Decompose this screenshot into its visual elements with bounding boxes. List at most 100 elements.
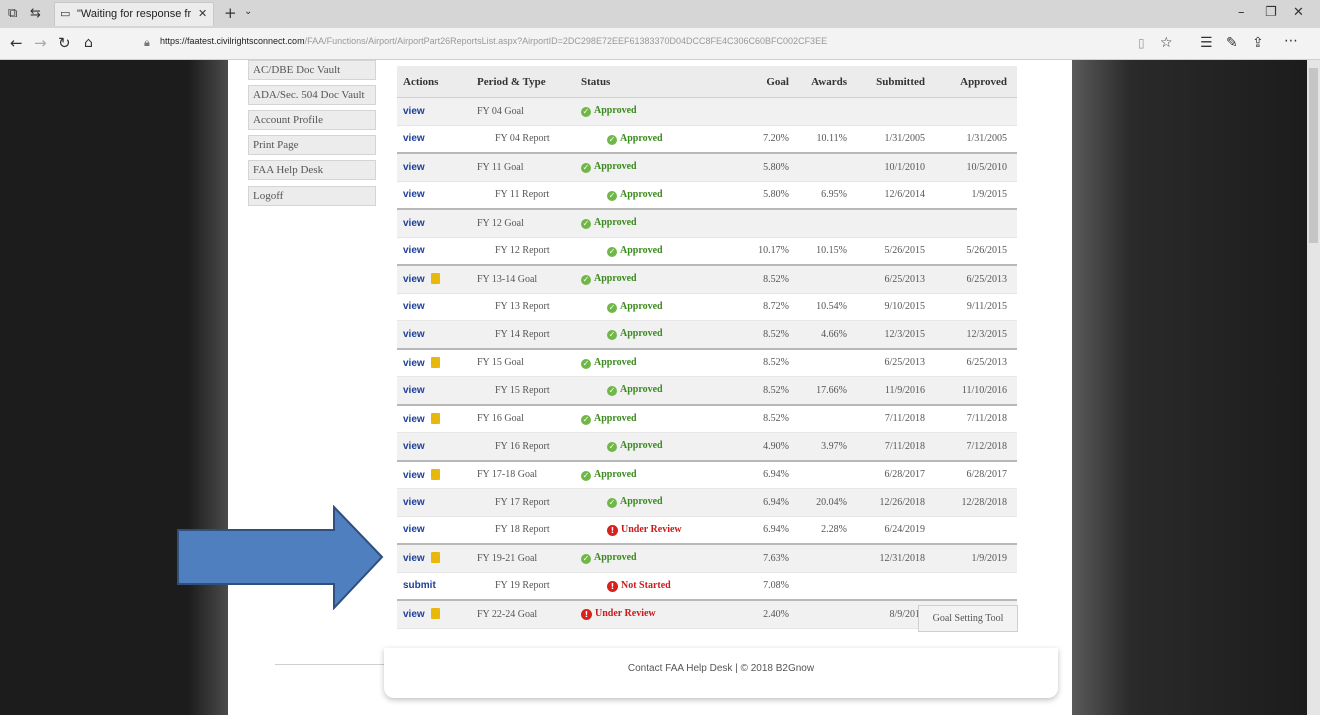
view-link[interactable]: view (403, 162, 425, 173)
table-row: view FY 19-21 Goal ✓ Approved 7.63% 12/31/201… (397, 543, 1017, 573)
approved-check-icon: ✓ (581, 107, 591, 118)
side-menu-item[interactable]: ADA/Sec. 504 Doc Vault (248, 85, 376, 105)
approved-check-icon: ✓ (607, 498, 617, 509)
view-link[interactable]: view (403, 414, 425, 425)
left-backdrop (0, 60, 228, 715)
header-approved: Approved (931, 66, 1017, 98)
favorites-hub-icon[interactable]: ☰ (1200, 36, 1213, 50)
view-link[interactable]: view (403, 609, 425, 620)
tab-actions-icon[interactable]: ⧉ (8, 7, 17, 20)
actions-cell: view (397, 293, 475, 321)
document-icon[interactable] (430, 412, 440, 424)
status-cell: ✓ Approved (579, 403, 703, 433)
status-cell: ✓ Approved (579, 125, 703, 154)
view-link[interactable]: view (403, 329, 425, 340)
share-icon[interactable]: ⇪ (1252, 36, 1264, 50)
back-icon[interactable]: ← (10, 36, 23, 51)
table-row: view FY 04 Report ✓ Approved 7.20% 10.11% 1/31… (397, 125, 1017, 154)
view-link[interactable]: view (403, 441, 425, 452)
document-icon[interactable] (430, 356, 440, 368)
view-link[interactable]: view (403, 274, 425, 285)
browser-tab[interactable]: ▭ "Waiting for response fr ✕ (54, 2, 214, 26)
actions-cell: view (397, 459, 475, 489)
header-submitted: Submitted (847, 66, 931, 98)
approved-cell: 12/28/2018 (931, 488, 1017, 517)
document-icon[interactable] (430, 273, 440, 285)
period-type-cell: FY 22-24 Goal (475, 599, 579, 629)
refresh-icon[interactable]: ↻ (58, 36, 71, 51)
table-header-row: Actions Period & Type Status Goal Awards… (397, 66, 1017, 98)
table-row: view FY 12 Report ✓ Approved 10.17% 10.15% 5/2… (397, 237, 1017, 266)
view-link[interactable]: view (403, 524, 425, 535)
table-row: view FY 13 Report ✓ Approved 8.72% 10.54% 9/10… (397, 293, 1017, 321)
url-host: https://faatest.civilrightsconnect.com (160, 36, 305, 46)
view-link[interactable]: view (403, 385, 425, 396)
goal-cell: 5.80% (703, 152, 789, 182)
pen-notes-icon[interactable]: ✎ (1226, 36, 1238, 50)
submitted-cell (847, 208, 931, 238)
header-awards: Awards (789, 66, 847, 98)
view-link[interactable]: view (403, 358, 425, 369)
status-text: Approved (594, 552, 637, 564)
home-icon[interactable]: ⌂ (84, 36, 93, 50)
view-link[interactable]: view (403, 133, 425, 144)
side-menu-item[interactable]: Print Page (248, 135, 376, 155)
period-type-cell: FY 17 Report (475, 488, 579, 517)
url-field[interactable]: https://faatest.civilrightsconnect.com/F… (160, 36, 1120, 46)
actions-cell: view (397, 125, 475, 154)
actions-cell: view (397, 543, 475, 573)
close-tab-icon[interactable]: ✕ (198, 8, 207, 19)
status-text: Under Review (595, 608, 656, 620)
view-link[interactable]: view (403, 470, 425, 481)
document-icon[interactable] (430, 608, 440, 620)
period-type-cell: FY 19 Report (475, 572, 579, 601)
side-menu-item[interactable]: Account Profile (248, 110, 376, 130)
goal-setting-tool-button[interactable]: Goal Setting Tool (918, 605, 1018, 632)
minimize-icon[interactable]: – (1238, 6, 1245, 19)
new-tab-icon[interactable]: + (224, 6, 237, 21)
forward-icon[interactable]: → (34, 36, 47, 51)
header-period-type: Period & Type (475, 66, 579, 98)
table-row: view FY 11 Report ✓ Approved 5.80% 6.95% 12/6/… (397, 181, 1017, 210)
window-close-icon[interactable]: ✕ (1293, 6, 1304, 19)
right-backdrop (1072, 60, 1307, 715)
submit-link[interactable]: submit (403, 580, 436, 591)
view-link[interactable]: view (403, 553, 425, 564)
goal-cell: 8.52% (703, 347, 789, 377)
submitted-cell: 12/3/2015 (847, 320, 931, 349)
goal-cell: 6.94% (703, 516, 789, 545)
more-menu-icon[interactable]: ⋯ (1284, 34, 1298, 48)
view-link[interactable]: view (403, 189, 425, 200)
view-link[interactable]: view (403, 497, 425, 508)
view-link[interactable]: view (403, 106, 425, 117)
period-type-cell: FY 12 Goal (475, 208, 579, 238)
goal-cell: 2.40% (703, 599, 789, 629)
reading-view-icon[interactable]: ▯ (1138, 37, 1145, 49)
footer-divider (275, 664, 385, 665)
document-icon[interactable] (430, 468, 440, 480)
tab-preview-icon[interactable]: ⇆ (30, 7, 41, 20)
awards-cell: 3.97% (789, 432, 847, 461)
view-link[interactable]: view (403, 245, 425, 256)
favorite-star-icon[interactable]: ☆ (1160, 36, 1173, 50)
view-link[interactable]: view (403, 218, 425, 229)
document-icon[interactable] (430, 552, 440, 564)
tab-list-chevron-icon[interactable]: ⌄ (244, 7, 252, 17)
view-link[interactable]: view (403, 301, 425, 312)
status-text: Approved (620, 244, 663, 256)
status-cell: ! Not Started (579, 572, 703, 601)
maximize-icon[interactable]: ❐ (1265, 6, 1277, 19)
awards-cell (789, 543, 847, 573)
period-type-cell: FY 13 Report (475, 293, 579, 321)
side-menu-item[interactable]: AC/DBE Doc Vault (248, 60, 376, 80)
status-text: Approved (620, 496, 663, 508)
approved-check-icon: ✓ (581, 358, 591, 369)
side-menu-item[interactable]: Logoff (248, 186, 376, 206)
goal-cell: 4.90% (703, 432, 789, 461)
period-type-cell: FY 15 Goal (475, 347, 579, 377)
status-text: Approved (620, 132, 663, 144)
scrollbar-thumb[interactable] (1309, 68, 1318, 243)
side-menu-item[interactable]: FAA Help Desk (248, 160, 376, 180)
approved-check-icon: ✓ (581, 554, 591, 565)
help-desk-link[interactable]: Contact FAA Help Desk (628, 663, 733, 674)
